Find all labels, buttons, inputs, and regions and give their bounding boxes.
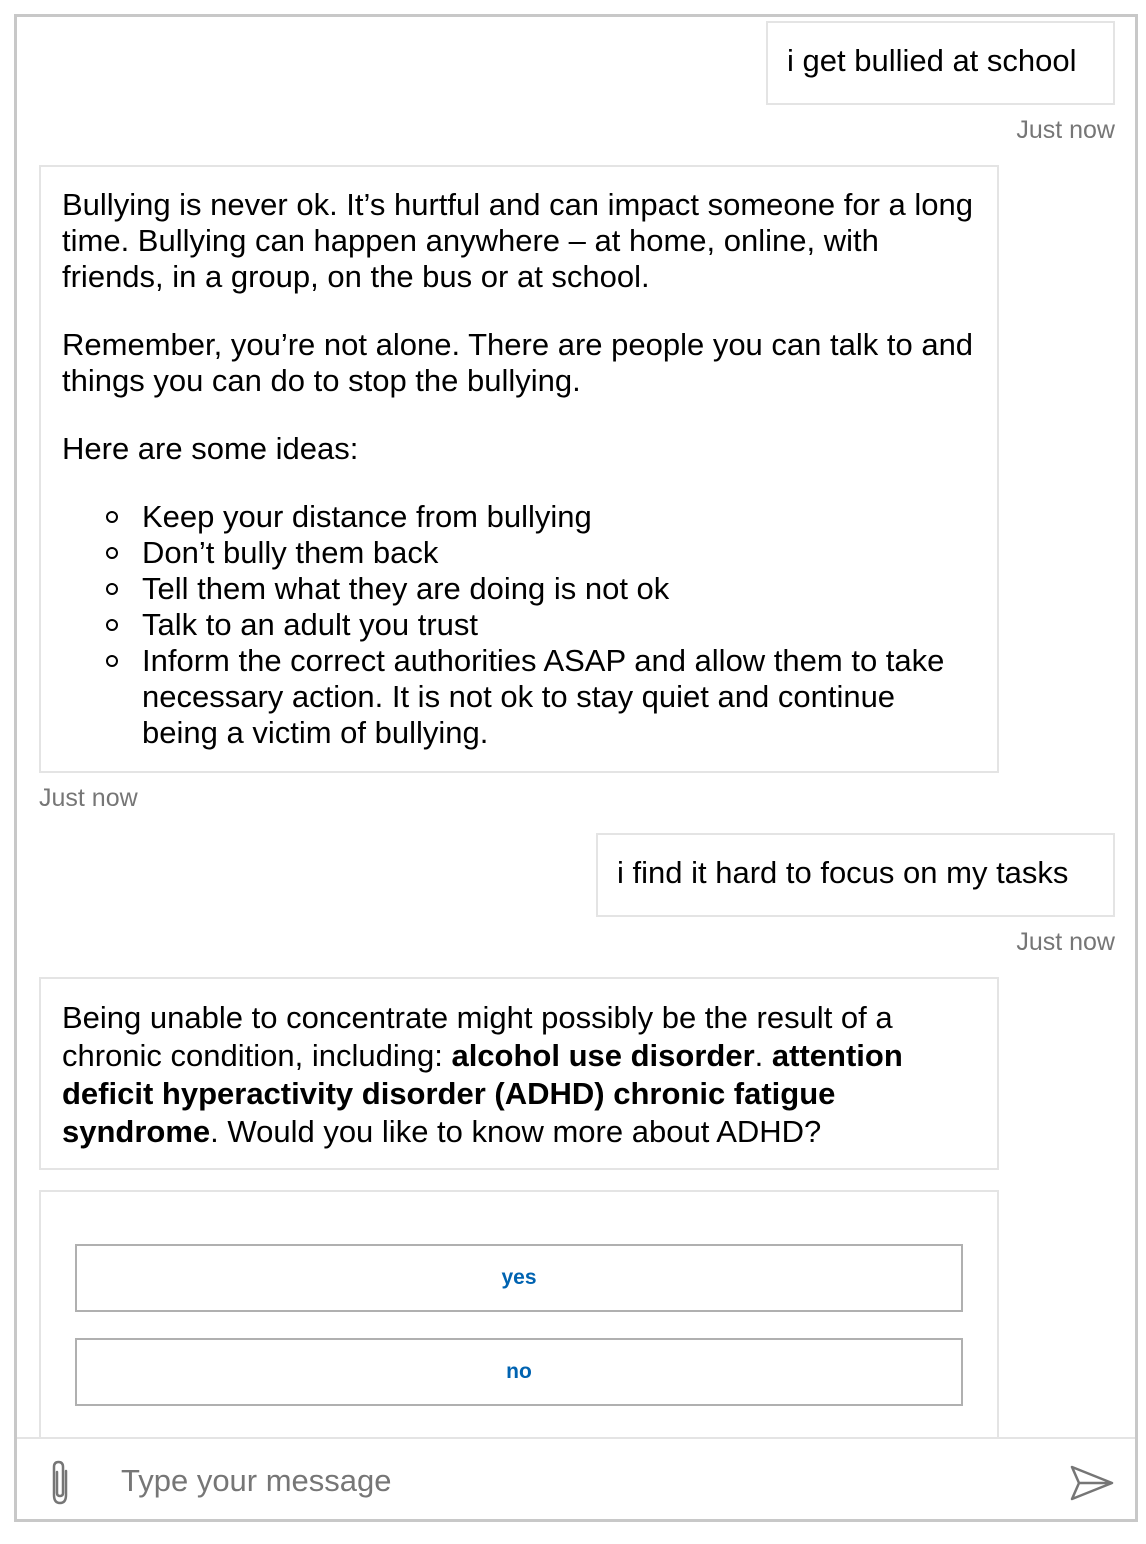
user-message-text: i get bullied at school: [787, 43, 1077, 78]
no-button[interactable]: no: [75, 1338, 963, 1406]
user-message: i get bullied at school: [766, 21, 1115, 105]
circle-bullet-icon: [106, 619, 118, 631]
circle-bullet-icon: [106, 583, 118, 595]
list-item: Tell them what they are doing is not ok: [62, 571, 976, 607]
message-timestamp: Just now: [1016, 928, 1115, 956]
user-message-text: i find it hard to focus on my tasks: [617, 855, 1069, 890]
circle-bullet-icon: [106, 511, 118, 523]
message-history[interactable]: i get bullied at school Just now Bullyin…: [17, 17, 1135, 1450]
list-item: Don’t bully them back: [62, 535, 976, 571]
list-item: Talk to an adult you trust: [62, 607, 976, 643]
circle-bullet-icon: [106, 655, 118, 667]
bot-paragraph: Bullying is never ok. It’s hurtful and c…: [62, 187, 973, 294]
list-item: Inform the correct authorities ASAP and …: [62, 643, 976, 751]
paperclip-icon[interactable]: [45, 1459, 75, 1507]
message-input[interactable]: [121, 1453, 1041, 1509]
chat-window: i get bullied at school Just now Bullyin…: [14, 14, 1138, 1522]
message-timestamp: Just now: [39, 784, 138, 812]
bot-message-text: Being unable to concentrate might possib…: [62, 1000, 903, 1149]
send-icon[interactable]: [1069, 1463, 1115, 1503]
suggested-actions: yes no: [39, 1190, 999, 1450]
yes-button[interactable]: yes: [75, 1244, 963, 1312]
bot-paragraph: Remember, you’re not alone. There are pe…: [62, 327, 974, 398]
bot-message: Bullying is never ok. It’s hurtful and c…: [39, 165, 999, 773]
message-composer: [17, 1437, 1135, 1519]
ideas-list: Keep your distance from bullying Don’t b…: [62, 499, 976, 751]
circle-bullet-icon: [106, 547, 118, 559]
list-item: Keep your distance from bullying: [62, 499, 976, 535]
bot-paragraph: Here are some ideas:: [62, 431, 359, 466]
message-timestamp: Just now: [1016, 116, 1115, 144]
user-message: i find it hard to focus on my tasks: [596, 833, 1115, 917]
bot-message: Being unable to concentrate might possib…: [39, 977, 999, 1170]
